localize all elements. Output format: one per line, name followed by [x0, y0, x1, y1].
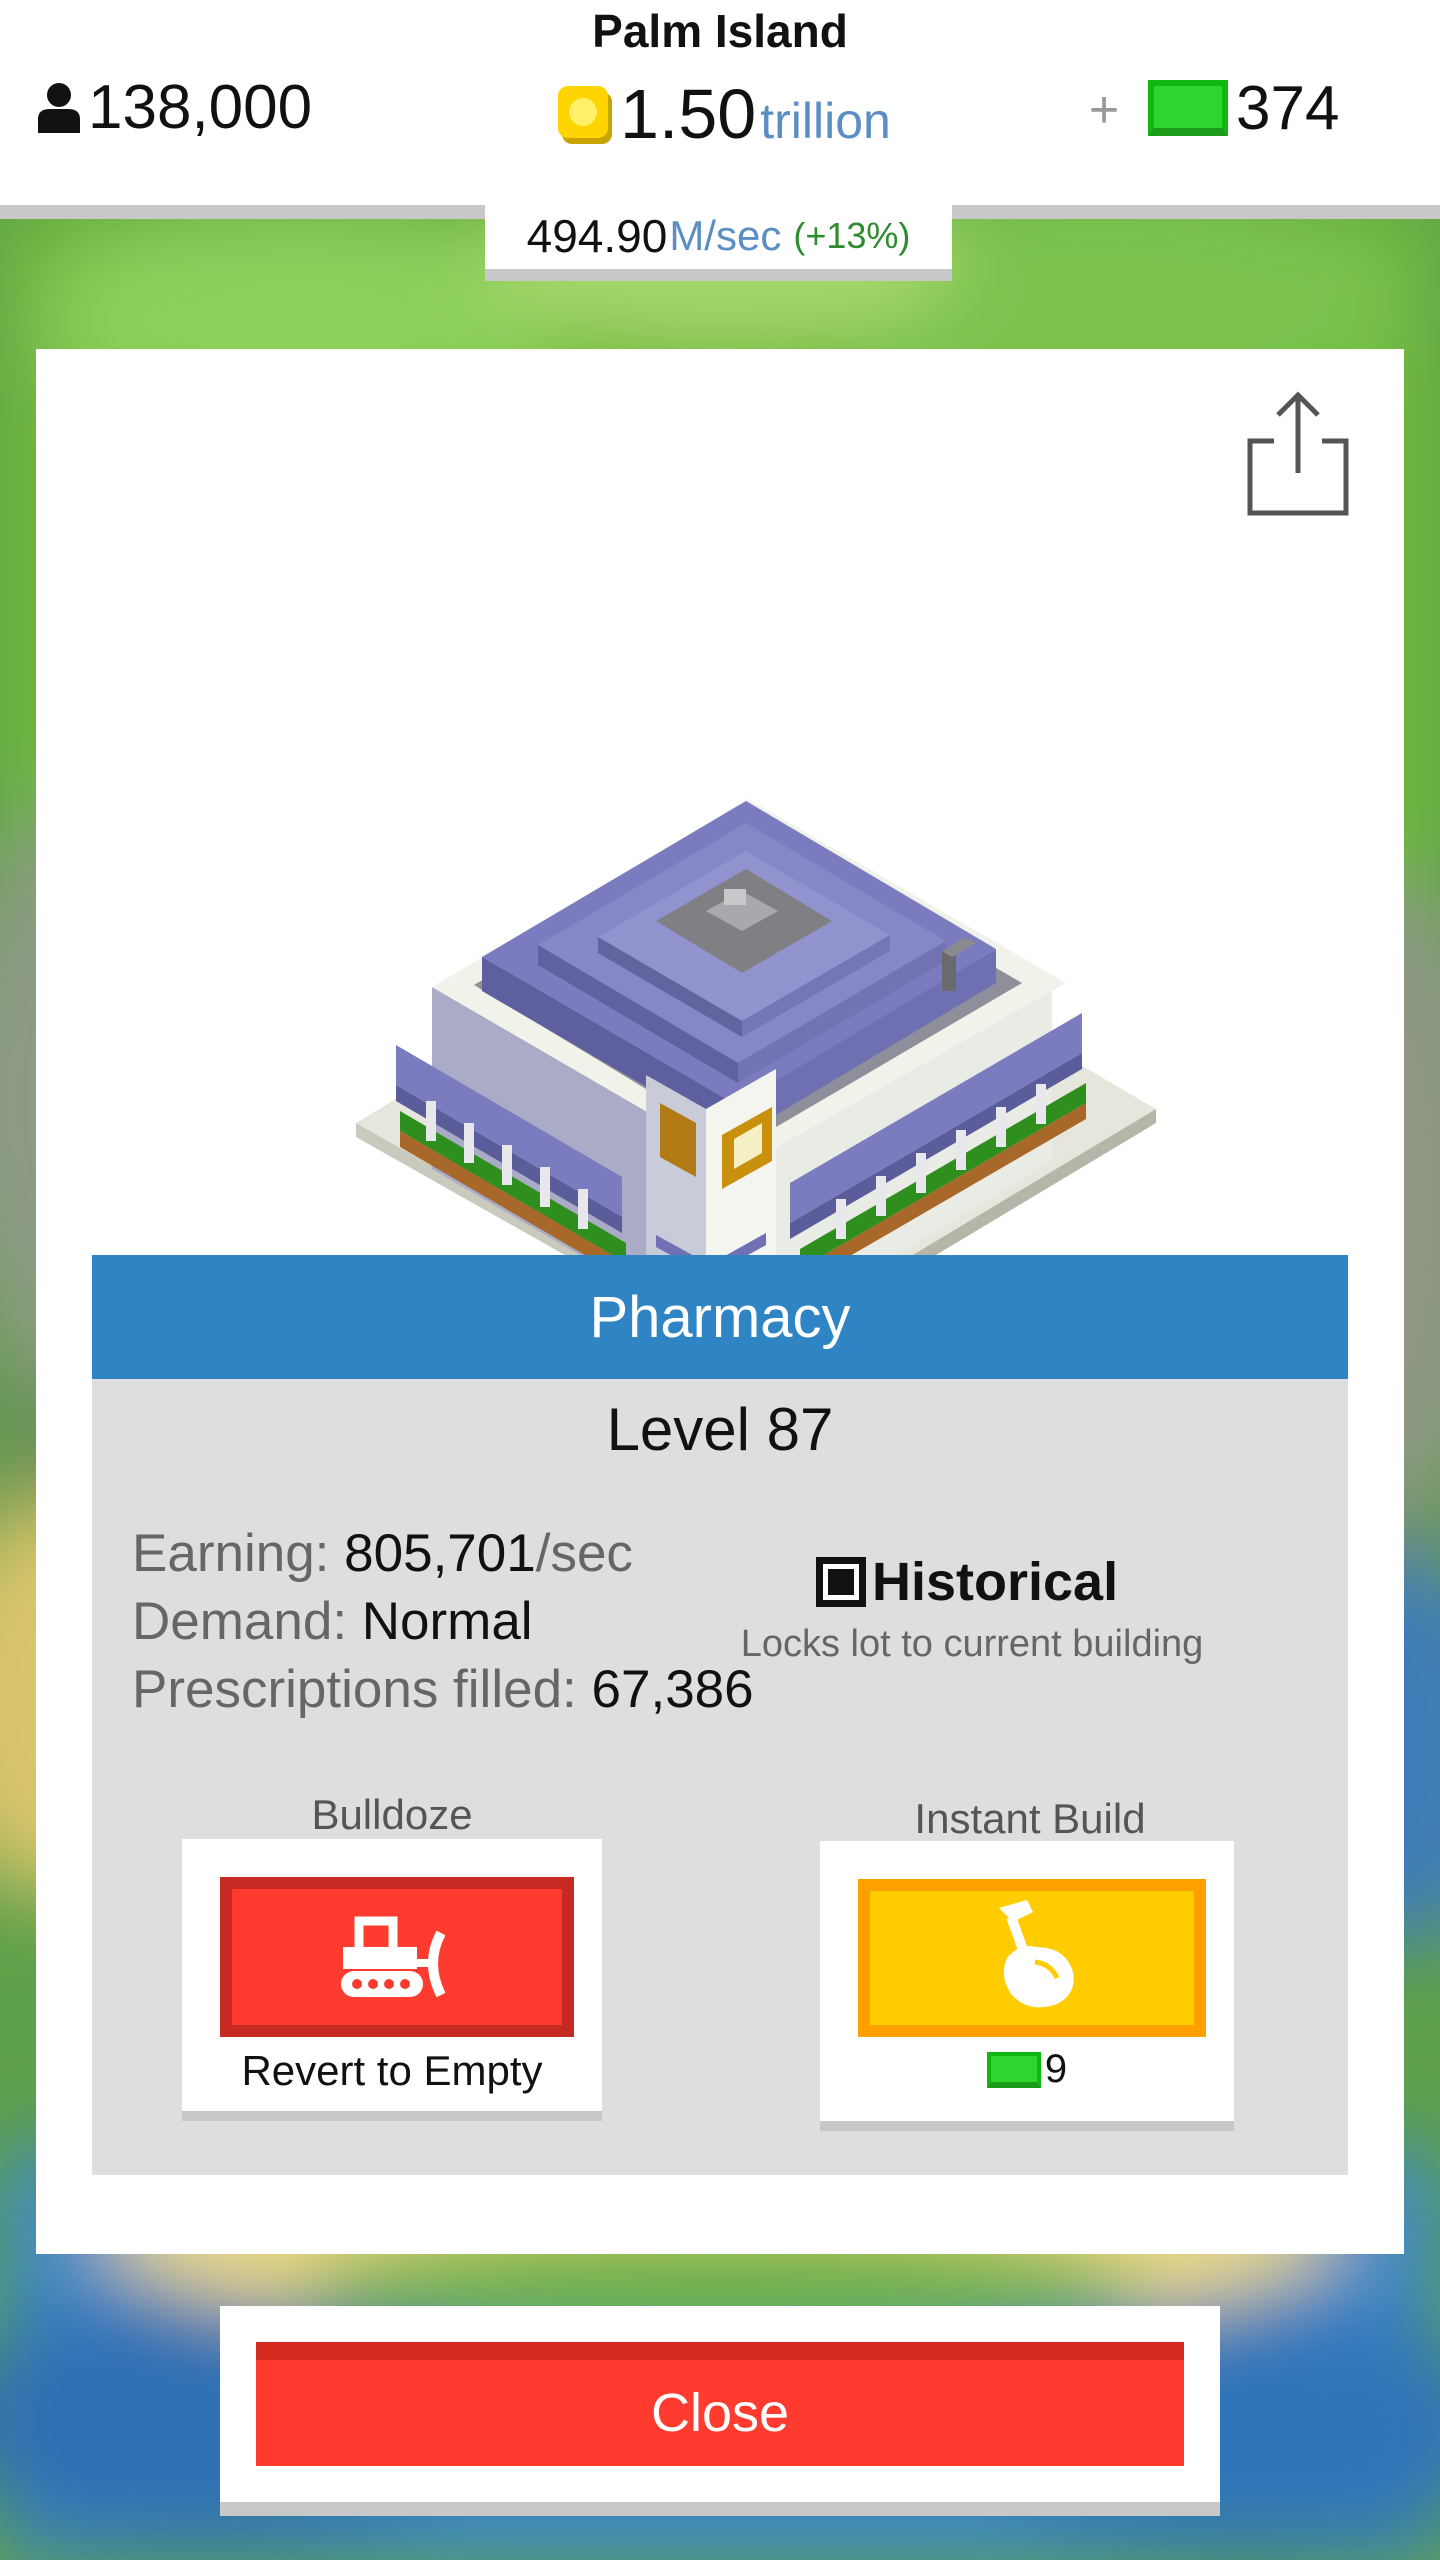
historical-description: Locks lot to current building	[740, 1623, 1204, 1665]
close-card: Close	[220, 2306, 1220, 2516]
top-hud: Palm Island 138,000 1.50 trillion + 374	[0, 0, 1440, 205]
income-bonus: (+13%)	[793, 215, 911, 256]
cash-balance: 374	[1148, 72, 1339, 144]
close-button[interactable]: Close	[256, 2342, 1184, 2466]
demand-value: Normal	[361, 1592, 533, 1651]
cash-value: 374	[1236, 73, 1340, 143]
person-icon	[38, 83, 80, 133]
instant-build-button[interactable]	[858, 1879, 1206, 2037]
checkbox-check-icon	[828, 1569, 854, 1595]
bulldozer-icon	[341, 1916, 446, 1998]
share-icon[interactable]	[1244, 389, 1354, 519]
cash-icon	[986, 2051, 1041, 2088]
coin-icon	[558, 86, 612, 144]
coin-amount: 1.50	[620, 75, 757, 153]
demand-stat: Demand: Normal	[132, 1591, 533, 1652]
bulldoze-card: Revert to Empty	[182, 1839, 602, 2121]
instant-build-cost: 9	[820, 2047, 1234, 2092]
earning-stat: Earning: 805,701/sec	[132, 1523, 633, 1584]
prescriptions-stat: Prescriptions filled: 67,386	[132, 1659, 754, 1720]
bulldoze-button[interactable]	[220, 1877, 574, 2037]
earning-unit: /sec	[535, 1524, 633, 1583]
cash-icon	[1148, 80, 1228, 136]
historical-checkbox[interactable]	[816, 1557, 866, 1607]
income-unit: M/sec	[669, 212, 782, 259]
building-level: Level 87	[606, 1396, 834, 1463]
close-label: Close	[650, 2383, 790, 2443]
instant-build-card: 9	[820, 1841, 1234, 2131]
building-title-bar: Pharmacy	[92, 1255, 1348, 1379]
historical-label: Historical	[872, 1552, 1119, 1612]
pharmacy-building-image	[356, 799, 1156, 1309]
coin-balance: 1.50 trillion	[556, 74, 891, 154]
buy-cash-button[interactable]: +	[1082, 84, 1126, 136]
demand-label: Demand:	[132, 1592, 362, 1651]
island-name: Palm Island	[592, 5, 848, 57]
earning-label: Earning:	[132, 1524, 345, 1583]
building-name: Pharmacy	[589, 1284, 851, 1350]
prescriptions-value: 67,386	[591, 1660, 754, 1719]
bulldoze-caption: Revert to Empty	[241, 2047, 543, 2094]
earning-value: 805,701	[344, 1524, 536, 1583]
income-amount: 494.90	[526, 210, 668, 262]
coin-unit: trillion	[760, 93, 891, 149]
building-panel: Pharmacy Level 87 Earning: 805,701/sec D…	[36, 349, 1404, 2254]
population-value: 138,000	[88, 72, 313, 142]
income-rate-tab: 494.90 M/sec (+13%)	[485, 203, 952, 281]
hammer-hand-icon	[999, 1900, 1074, 2008]
population-counter: 138,000	[36, 72, 312, 142]
building-info: Pharmacy Level 87 Earning: 805,701/sec D…	[92, 1255, 1348, 2175]
instant-build-label: Instant Build	[914, 1795, 1146, 1842]
prescriptions-label: Prescriptions filled:	[132, 1660, 592, 1719]
historical-toggle[interactable]: Historical	[816, 1551, 1118, 1613]
instant-build-cost-value: 9	[1044, 2047, 1068, 2091]
bulldoze-label: Bulldoze	[311, 1791, 473, 1838]
